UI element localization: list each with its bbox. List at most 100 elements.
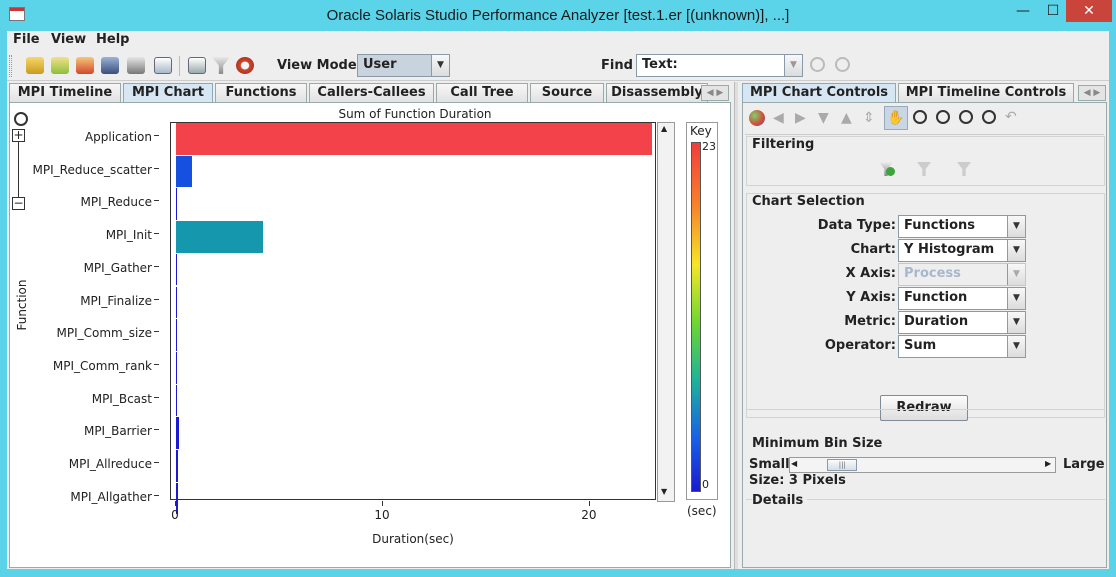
scroll-up-icon[interactable]: ▲ xyxy=(661,124,667,133)
tab-mpi-timeline[interactable]: MPI Timeline xyxy=(9,83,121,102)
add-experiment-icon[interactable] xyxy=(51,57,69,74)
field-value: Function xyxy=(904,290,968,305)
x-axis-label: Duration(sec) xyxy=(372,532,454,546)
field-select[interactable]: Duration ▼ xyxy=(898,311,1026,334)
print-icon[interactable] xyxy=(127,57,145,74)
tab-source[interactable]: Source xyxy=(530,83,604,102)
tab-scroll-arrows[interactable]: ◀ ▶ xyxy=(1078,85,1106,101)
x-tick-mark xyxy=(175,501,176,506)
tab-functions[interactable]: Functions xyxy=(215,83,307,102)
window-title: Oracle Solaris Studio Performance Analyz… xyxy=(326,7,790,24)
back-icon[interactable]: ◀ xyxy=(773,110,784,126)
bin-size-slider[interactable]: ◀ ▶ ||| xyxy=(789,457,1056,473)
x-tick-mark xyxy=(588,501,590,506)
field-select: Process ▼ xyxy=(898,263,1026,286)
slider-right-icon[interactable]: ▶ xyxy=(1045,459,1051,468)
tab-call-tree[interactable]: Call Tree xyxy=(436,83,528,102)
x-tick-label: 0 xyxy=(171,508,179,522)
tab-disassembly[interactable]: Disassembly xyxy=(606,83,708,102)
toolbar: View Mode User ▼ Find Text: ▼ xyxy=(7,51,1109,81)
find-next-icon[interactable] xyxy=(835,57,850,72)
zoom-out-icon[interactable] xyxy=(936,110,950,124)
category-label: MPI_Reduce xyxy=(80,195,152,210)
drop-experiment-icon[interactable] xyxy=(76,57,94,74)
tab-callers-callees[interactable]: Callers-Callees xyxy=(309,83,434,102)
slider-thumb[interactable]: ||| xyxy=(827,459,858,471)
new-window-icon[interactable] xyxy=(154,57,172,74)
down-icon[interactable]: ▼ xyxy=(818,110,829,126)
bar[interactable] xyxy=(176,351,177,384)
zoom-next-icon[interactable] xyxy=(982,110,996,124)
find-input[interactable]: Text: ▼ xyxy=(636,54,803,77)
set-data-presentation-icon[interactable] xyxy=(188,57,206,74)
category-label: MPI_Comm_size xyxy=(56,326,153,341)
y-tick xyxy=(154,233,159,235)
category-label: MPI_Barrier xyxy=(83,424,152,439)
x-tick-label: 20 xyxy=(581,508,597,522)
size-text: Size: 3 Pixels xyxy=(749,473,846,488)
undo-icon[interactable]: ↶ xyxy=(1005,109,1017,125)
forward-icon[interactable]: ▶ xyxy=(795,110,806,126)
category-label: MPI_Reduce_scatter xyxy=(32,162,152,177)
view-mode-select[interactable]: User ▼ xyxy=(357,54,450,77)
zoom-icon[interactable] xyxy=(14,112,28,126)
plot-area[interactable] xyxy=(170,122,656,515)
chevron-down-icon: ▼ xyxy=(1007,288,1025,309)
bar[interactable] xyxy=(176,384,177,417)
color-chooser-icon[interactable] xyxy=(749,110,765,126)
up-icon[interactable]: ▲ xyxy=(841,110,852,126)
y-tick xyxy=(154,494,159,496)
zoom-in-icon[interactable] xyxy=(913,110,927,124)
field-label: Operator: xyxy=(824,338,896,353)
hand-icon[interactable]: ✋ xyxy=(884,106,908,130)
category-label: MPI_Finalize xyxy=(80,293,152,308)
slider-left-icon[interactable]: ◀ xyxy=(791,459,797,468)
y-tick xyxy=(154,429,159,431)
bar[interactable] xyxy=(176,286,177,319)
zoom-previous-icon[interactable] xyxy=(959,110,973,124)
chart-scrollbar[interactable]: ▲ ▼ xyxy=(657,122,675,502)
close-button[interactable]: ✕ xyxy=(1066,0,1112,22)
redraw-button[interactable]: Redraw xyxy=(880,395,968,421)
tab-mpi-chart-controls[interactable]: MPI Chart Controls xyxy=(742,83,896,102)
menu-view[interactable]: View xyxy=(51,32,86,47)
reset-icon[interactable]: ⇕ xyxy=(863,110,875,126)
pane-splitter[interactable] xyxy=(734,82,738,569)
chevron-down-icon: ▼ xyxy=(1007,240,1025,261)
minimize-button[interactable]: — xyxy=(1006,0,1040,22)
bar[interactable] xyxy=(176,253,177,286)
tab-mpi-chart[interactable]: MPI Chart xyxy=(123,83,213,102)
bar[interactable] xyxy=(176,123,652,155)
bar[interactable] xyxy=(176,450,178,482)
field-value: Duration xyxy=(904,314,969,329)
tab-scroll-arrows[interactable]: ◀ ▶ xyxy=(701,85,729,101)
large-label: Large xyxy=(1063,457,1105,472)
view-mode-value: User xyxy=(363,57,397,72)
field-select[interactable]: Functions ▼ xyxy=(898,215,1026,238)
bar[interactable] xyxy=(176,155,192,188)
find-previous-icon[interactable] xyxy=(810,57,825,72)
menu-help[interactable]: Help xyxy=(96,32,129,47)
category-label: MPI_Init xyxy=(105,228,152,243)
key-max: 23 xyxy=(702,140,716,153)
bar[interactable] xyxy=(176,221,263,253)
open-experiment-icon[interactable] xyxy=(26,57,44,74)
bar[interactable] xyxy=(176,319,177,351)
scroll-down-icon[interactable]: ▼ xyxy=(661,487,667,496)
save-icon[interactable] xyxy=(101,57,119,74)
key-min: 0 xyxy=(702,478,709,491)
menu-file[interactable]: File xyxy=(13,32,40,47)
key-unit: (sec) xyxy=(687,504,717,518)
category-label: MPI_Allreduce xyxy=(68,457,152,471)
bar[interactable] xyxy=(176,188,177,221)
bar[interactable] xyxy=(176,417,180,449)
library-visibility-icon[interactable] xyxy=(236,57,254,74)
tab-mpi-timeline-controls[interactable]: MPI Timeline Controls xyxy=(898,83,1074,102)
field-select[interactable]: Sum ▼ xyxy=(898,335,1026,358)
field-select[interactable]: Function ▼ xyxy=(898,287,1026,310)
filter-icon[interactable] xyxy=(212,57,230,74)
maximize-button[interactable]: ☐ xyxy=(1036,0,1070,22)
field-select[interactable]: Y Histogram ▼ xyxy=(898,239,1026,262)
y-tick xyxy=(154,298,159,300)
category-label: MPI_Comm_rank xyxy=(52,358,152,373)
